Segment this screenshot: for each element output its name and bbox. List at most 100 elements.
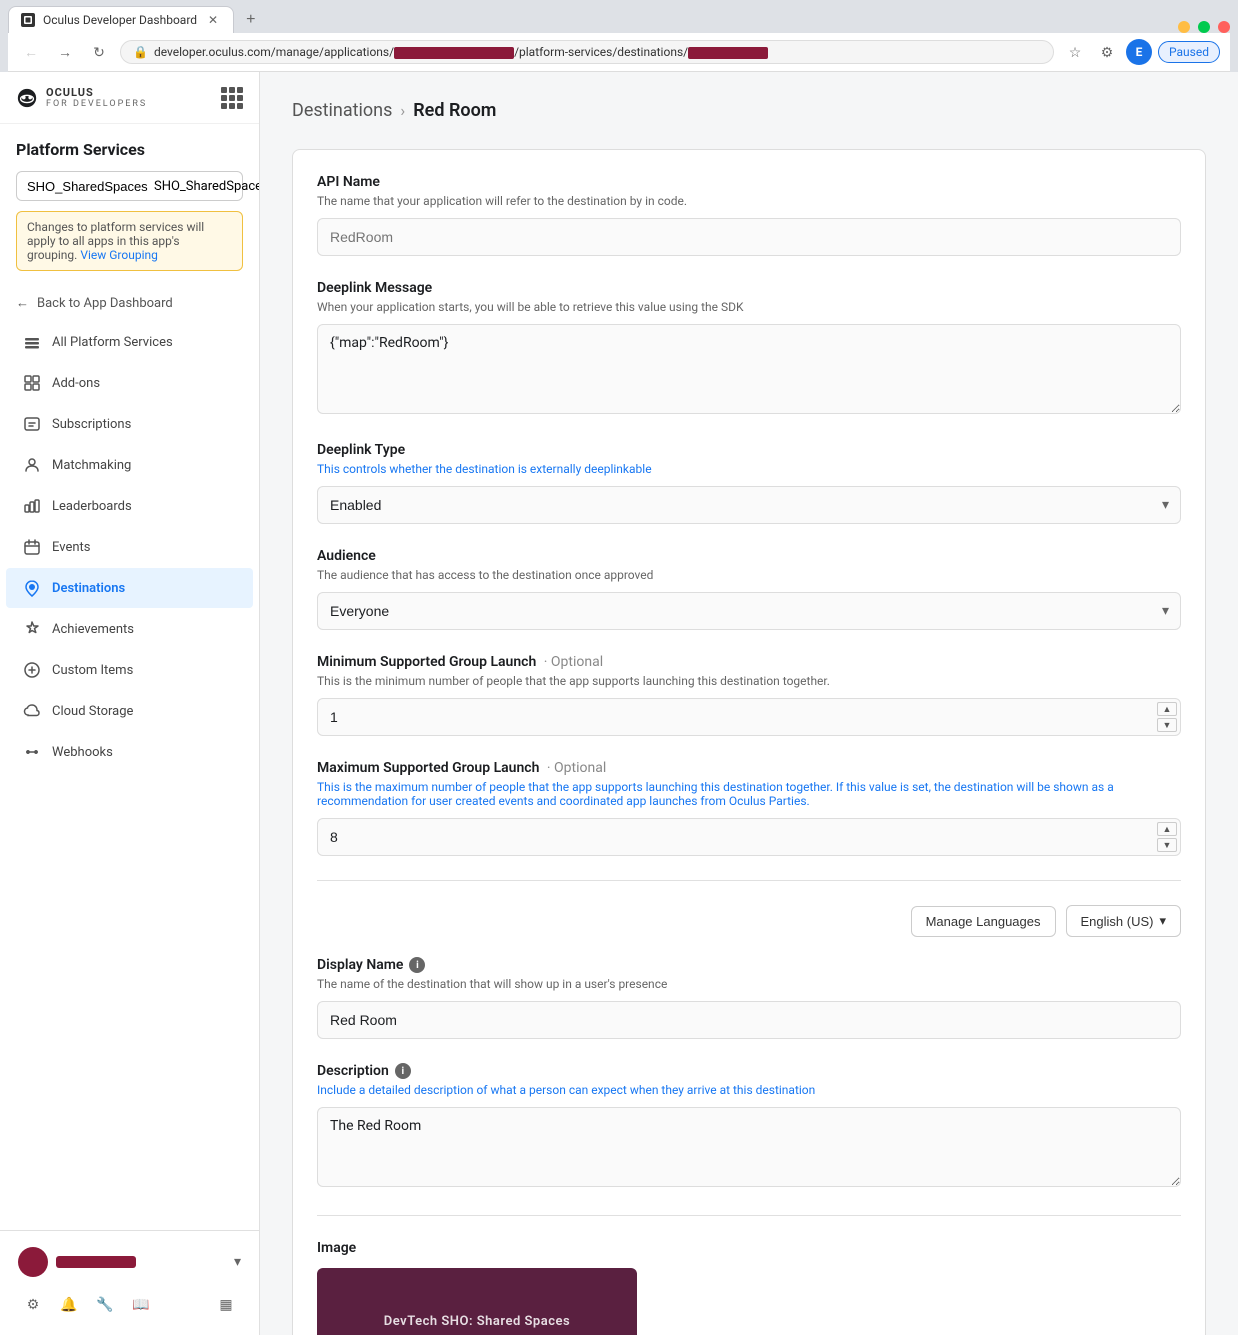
window-controls: − □ ✕ <box>1178 21 1230 33</box>
min-group-increment[interactable]: ▲ <box>1157 702 1177 716</box>
url-prefix: developer.oculus.com/manage/applications… <box>154 45 394 59</box>
sidebar-item-matchmaking[interactable]: Matchmaking <box>6 445 253 485</box>
maximize-button[interactable]: □ <box>1198 21 1210 33</box>
sidebar-item-webhooks[interactable]: Webhooks <box>6 732 253 772</box>
max-group-optional: · Optional <box>547 760 606 776</box>
display-name-input[interactable] <box>317 1001 1181 1039</box>
reload-button[interactable]: ↻ <box>86 39 112 65</box>
sidebar-item-destinations[interactable]: Destinations <box>6 568 253 608</box>
back-nav-button[interactable]: ← <box>18 39 44 65</box>
section-divider-2 <box>317 1215 1181 1216</box>
deeplink-type-select[interactable]: Enabled Disabled <box>317 486 1181 524</box>
audience-hint: The audience that has access to the dest… <box>317 568 1181 582</box>
api-name-input[interactable] <box>317 218 1181 256</box>
settings-button[interactable]: ⚙ <box>18 1289 48 1319</box>
api-name-section: API Name The name that your application … <box>317 174 1181 256</box>
custom-items-icon <box>22 660 42 680</box>
sidebar-dropdown: SHO_SharedSpaces SHO_SharedSpaces ▾ ⚠ <box>16 171 243 201</box>
description-textarea[interactable]: The Red Room <box>317 1107 1181 1187</box>
back-arrow-icon: ← <box>16 295 29 311</box>
max-group-section: Maximum Supported Group Launch · Optiona… <box>317 760 1181 856</box>
sidebar-item-label-all-platform: All Platform Services <box>52 335 173 350</box>
sidebar-item-label-subscriptions: Subscriptions <box>52 417 131 432</box>
new-tab-button[interactable]: + <box>238 7 263 33</box>
forward-nav-button[interactable]: → <box>52 39 78 65</box>
url-redacted-2 <box>688 47 768 59</box>
display-name-section: Display Name i The name of the destinati… <box>317 957 1181 1039</box>
sidebar-item-cloud-storage[interactable]: Cloud Storage <box>6 691 253 731</box>
sidebar-item-all-platform[interactable]: All Platform Services <box>6 322 253 362</box>
address-bar[interactable]: 🔒 developer.oculus.com/manage/applicatio… <box>120 40 1054 64</box>
addons-icon <box>22 373 42 393</box>
sidebar-item-leaderboards[interactable]: Leaderboards <box>6 486 253 526</box>
tab-close-button[interactable]: ✕ <box>205 12 221 28</box>
api-name-label: API Name <box>317 174 1181 190</box>
logo-text-group: OCULUS FOR DEVELOPERS <box>46 86 147 109</box>
achievements-icon <box>22 619 42 639</box>
events-icon <box>22 537 42 557</box>
min-group-section: Minimum Supported Group Launch · Optiona… <box>317 654 1181 736</box>
form-card: API Name The name that your application … <box>292 149 1206 1335</box>
deeplink-message-textarea[interactable]: {"map":"RedRoom"} <box>317 324 1181 414</box>
profile-button[interactable]: E <box>1126 39 1152 65</box>
min-group-decrement[interactable]: ▼ <box>1157 718 1177 732</box>
sidebar-item-achievements[interactable]: Achievements <box>6 609 253 649</box>
bookmark-sidebar-button[interactable]: 📖 <box>126 1289 156 1319</box>
min-group-spinners: ▲ ▼ <box>1157 702 1177 732</box>
sidebar-item-custom-items[interactable]: Custom Items <box>6 650 253 690</box>
sidebar-item-label-destinations: Destinations <box>52 581 125 596</box>
view-grouping-link[interactable]: View Grouping <box>80 248 158 262</box>
url-text: developer.oculus.com/manage/applications… <box>154 45 1041 59</box>
extensions-button[interactable]: ⚙ <box>1094 39 1120 65</box>
user-avatar <box>18 1247 48 1277</box>
app-select-input[interactable]: SHO_SharedSpaces <box>27 179 148 194</box>
description-label: Description <box>317 1063 389 1079</box>
description-section: Description i Include a detailed descrip… <box>317 1063 1181 1191</box>
manage-languages-button[interactable]: Manage Languages <box>911 906 1056 937</box>
leaderboards-icon <box>22 496 42 516</box>
sidebar-item-label-events: Events <box>52 540 90 555</box>
max-group-input[interactable] <box>317 818 1181 856</box>
close-button[interactable]: ✕ <box>1218 21 1230 33</box>
deeplink-type-select-wrapper: Enabled Disabled <box>317 486 1181 524</box>
lang-label: English (US) <box>1081 914 1154 929</box>
sidebar-item-subscriptions[interactable]: Subscriptions <box>6 404 253 444</box>
tools-button[interactable]: 🔧 <box>90 1289 120 1319</box>
oculus-icon <box>16 87 38 109</box>
min-group-optional: · Optional <box>544 654 603 670</box>
max-group-increment[interactable]: ▲ <box>1157 822 1177 836</box>
matchmaking-icon <box>22 455 42 475</box>
display-name-label-row: Display Name i <box>317 957 1181 973</box>
sidebar-item-events[interactable]: Events <box>6 527 253 567</box>
image-title: DevTech SHO: Shared Spaces <box>384 1314 570 1329</box>
sidebar-header: OCULUS FOR DEVELOPERS <box>0 72 259 124</box>
destinations-icon <box>22 578 42 598</box>
deeplink-message-hint: When your application starts, you will b… <box>317 300 1181 314</box>
minimize-button[interactable]: − <box>1178 21 1190 33</box>
notifications-button[interactable]: 🔔 <box>54 1289 84 1319</box>
language-select-button[interactable]: English (US) ▾ <box>1066 905 1182 937</box>
breadcrumb-parent-link[interactable]: Destinations <box>292 100 392 121</box>
dropdown-value: SHO_SharedSpaces <box>154 179 260 194</box>
back-label: Back to App Dashboard <box>37 296 173 311</box>
user-profile-button[interactable]: ▾ <box>12 1241 247 1283</box>
max-group-decrement[interactable]: ▼ <box>1157 838 1177 852</box>
audience-select[interactable]: Everyone Invite Only Followers <box>317 592 1181 630</box>
min-group-input-wrapper: ▲ ▼ <box>317 698 1181 736</box>
app-selector[interactable]: SHO_SharedSpaces SHO_SharedSpaces ▾ ⚠ <box>16 171 243 201</box>
sidebar-item-add-ons[interactable]: Add-ons <box>6 363 253 403</box>
min-group-hint: This is the minimum number of people tha… <box>317 674 1181 688</box>
sidebar-item-label-addons: Add-ons <box>52 376 100 391</box>
panel-button[interactable]: ▦ <box>211 1289 241 1319</box>
browser-tab[interactable]: Oculus Developer Dashboard ✕ <box>8 6 234 33</box>
back-to-dashboard-link[interactable]: ← Back to App Dashboard <box>0 285 259 321</box>
paused-button[interactable]: Paused <box>1158 41 1220 63</box>
grid-menu-icon[interactable] <box>221 87 243 109</box>
layers-icon <box>22 332 42 352</box>
ssl-lock-icon: 🔒 <box>133 45 148 59</box>
description-info-icon[interactable]: i <box>395 1063 411 1079</box>
display-name-info-icon[interactable]: i <box>409 957 425 973</box>
sidebar-item-label-matchmaking: Matchmaking <box>52 458 131 473</box>
bookmark-button[interactable]: ☆ <box>1062 39 1088 65</box>
min-group-input[interactable] <box>317 698 1181 736</box>
